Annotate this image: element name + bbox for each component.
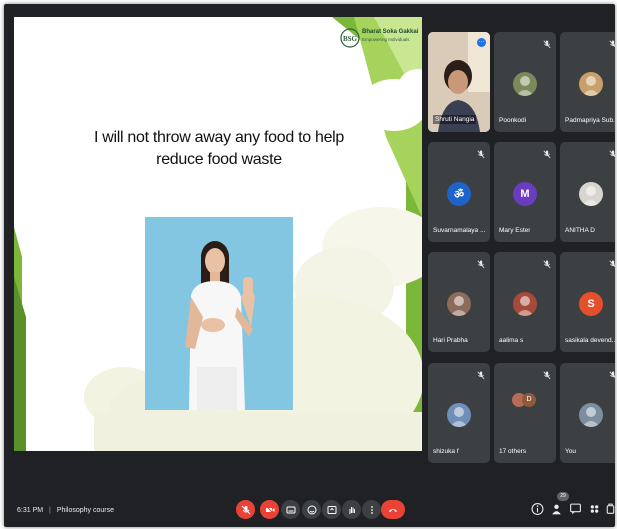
tile-options-icon[interactable]: … [477, 38, 486, 47]
bsg-logo: BSG Bharat Soka Gakkai Empowering Indivi… [340, 25, 420, 53]
participant-tile[interactable]: aalima s [494, 252, 556, 352]
mic-muted-icon [477, 371, 485, 380]
participant-tile[interactable]: ॐ Suvarnamalaya ... [428, 142, 490, 242]
info-separator: | [49, 507, 51, 514]
reactions-button[interactable] [302, 500, 321, 519]
present-screen-icon [327, 505, 336, 514]
participant-name: 17 others [499, 448, 527, 455]
mic-muted-icon [609, 150, 615, 158]
mic-muted-icon [543, 40, 551, 49]
participant-tile[interactable]: D 17 others [494, 363, 556, 463]
participant-name: Suvarnamalaya ... [433, 227, 486, 234]
hand-icon [349, 506, 355, 514]
mic-toggle-button[interactable] [236, 500, 255, 519]
meet-window: BSG Bharat Soka Gakkai Empowering Indivi… [4, 4, 615, 527]
participant-tile[interactable]: Ssasikala devend... [560, 252, 615, 352]
participant-name: You [565, 448, 576, 455]
participant-name: Hari Prabha [433, 337, 468, 344]
participant-tile[interactable]: Hari Prabha [428, 252, 490, 352]
participant-name: Poonkodi [499, 117, 527, 124]
slide-title-line-2: reduce food waste [156, 151, 282, 168]
participant-tile[interactable]: ANITHA D [560, 142, 615, 242]
participant-name: Mary Ester [499, 227, 531, 234]
avatar [579, 403, 603, 427]
more-options-button[interactable] [362, 500, 381, 519]
om-symbol-icon: ॐ [447, 182, 471, 206]
avatar [513, 292, 537, 316]
bsg-emblem-letters: BSG [343, 35, 358, 43]
group-avatars: D [512, 393, 540, 409]
participant-name: shizuka f [433, 448, 459, 455]
participant-name: Padmapriya Sub... [565, 117, 615, 124]
participant-tile[interactable]: Padmapriya Sub... [560, 32, 615, 132]
mic-muted-icon [609, 260, 615, 268]
participant-tile[interactable]: You [560, 363, 615, 463]
mic-muted-icon [543, 150, 551, 159]
avatar [579, 72, 603, 96]
mic-muted-icon [543, 371, 551, 380]
avatar [513, 72, 537, 96]
captions-icon [286, 506, 295, 513]
participant-tile[interactable]: … Shruti Nangia [428, 32, 490, 132]
participant-tile[interactable]: shizuka f [428, 363, 490, 463]
meeting-info: 6:31 PM | Philosophy course [17, 507, 114, 514]
activities-icon[interactable] [588, 502, 601, 516]
slide-title: I will not throw away any food to help r… [84, 127, 354, 171]
mic-off-icon [241, 505, 250, 514]
chat-icon[interactable] [569, 502, 582, 516]
participant-tile[interactable]: M Mary Ester [494, 142, 556, 242]
leave-call-button[interactable] [381, 500, 405, 519]
camera-off-icon [265, 505, 274, 514]
more-vert-icon [370, 505, 373, 514]
bottom-toolbar: 6:31 PM | Philosophy course 29 [4, 464, 615, 527]
participant-name: Shruti Nangia [433, 115, 477, 124]
participant-tile[interactable]: Poonkodi [494, 32, 556, 132]
phone-hangup-icon [389, 508, 397, 512]
bsg-emblem-icon: BSG [340, 28, 360, 48]
camera-toggle-button[interactable] [260, 500, 279, 519]
mic-muted-icon [477, 150, 485, 159]
host-controls-icon[interactable] [604, 502, 615, 516]
mic-muted-icon [609, 371, 615, 379]
avatar-letter: D [522, 393, 536, 407]
mic-muted-icon [543, 260, 551, 269]
captions-button[interactable] [281, 500, 300, 519]
avatar [447, 403, 471, 427]
participant-name: ANITHA D [565, 227, 595, 234]
meeting-name: Philosophy course [56, 507, 115, 514]
raise-hand-button[interactable] [342, 500, 361, 519]
avatar-letter: S [579, 292, 603, 316]
mic-muted-icon [477, 260, 485, 269]
participant-name: aalima s [499, 337, 524, 344]
logo-name: Bharat Soka Gakkai [362, 29, 419, 35]
slide-title-line-1: I will not throw away any food to help [93, 129, 345, 146]
avatar-letter: M [513, 182, 537, 206]
avatar [579, 182, 603, 206]
presentation-slide: BSG Bharat Soka Gakkai Empowering Indivi… [14, 17, 422, 451]
participant-count-badge: 29 [557, 492, 569, 501]
info-icon[interactable] [531, 502, 544, 516]
logo-tagline: Empowering Individuals [362, 37, 410, 42]
current-time: 6:31 PM [17, 507, 44, 514]
screenshot-frame: BSG Bharat Soka Gakkai Empowering Indivi… [0, 0, 617, 529]
participant-name: sasikala devend... [565, 337, 615, 344]
slide-photo [145, 217, 293, 410]
people-icon[interactable] [550, 502, 563, 516]
present-button[interactable] [322, 500, 341, 519]
emoji-icon [307, 505, 316, 514]
girl-pledge-image [145, 217, 293, 410]
mic-muted-icon [609, 40, 615, 48]
avatar [447, 292, 471, 316]
